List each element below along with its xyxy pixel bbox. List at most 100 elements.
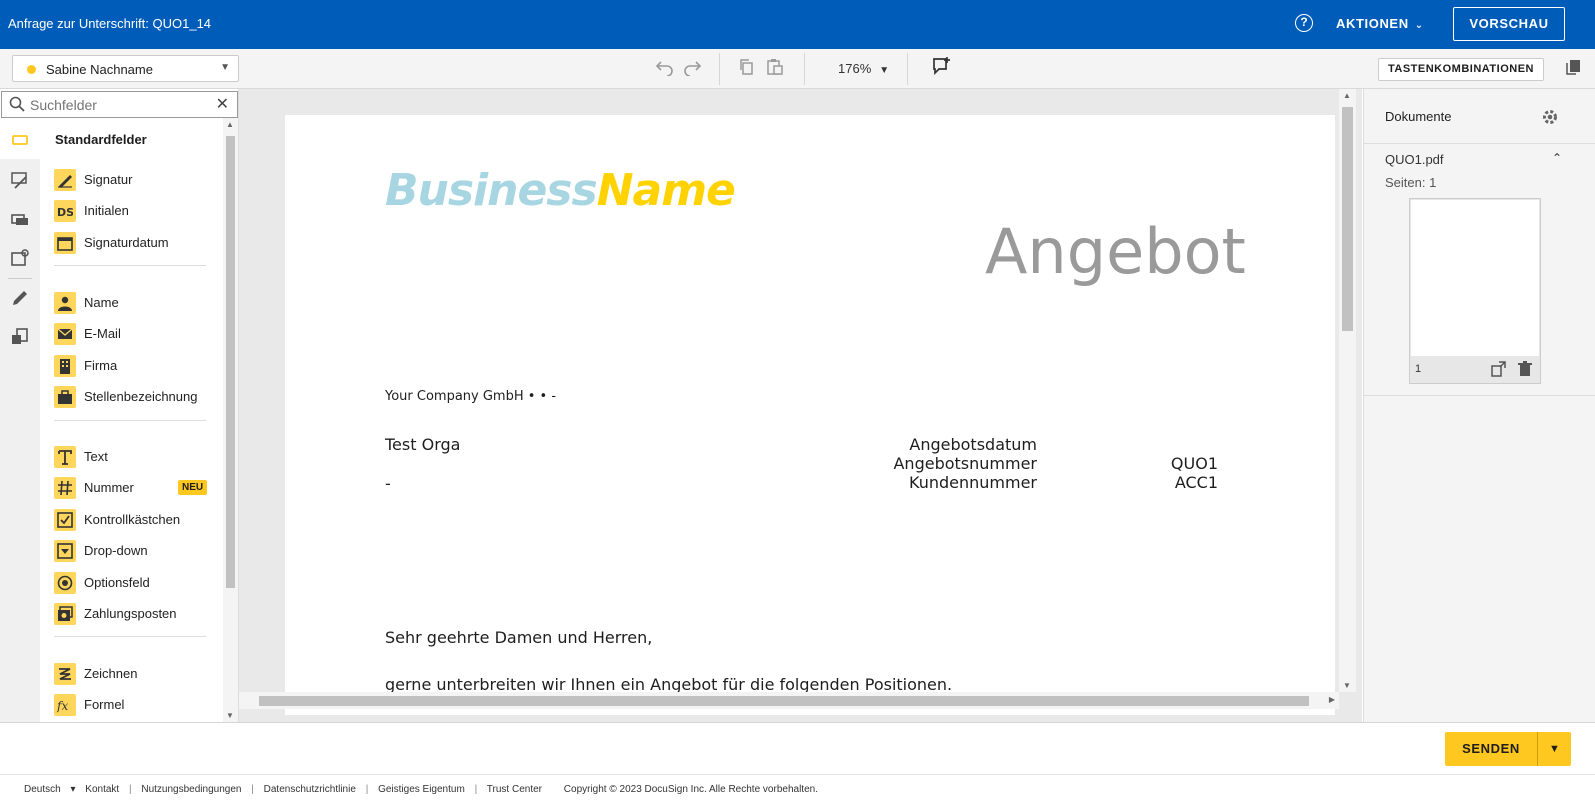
actions-label: AKTIONEN [1336, 16, 1409, 31]
footer-link-terms[interactable]: Nutzungsbedingungen [141, 784, 241, 795]
thumbnail-preview[interactable] [1411, 200, 1539, 356]
field-item-optionsfeld[interactable]: Optionsfeld [54, 570, 219, 594]
collapse-icon[interactable]: ⌃ [1552, 151, 1562, 165]
toolbar-divider [907, 53, 908, 85]
field-item-stellenbezeichnung[interactable]: Stellenbezeichnung [54, 384, 219, 409]
preview-button[interactable]: VORSCHAU [1453, 7, 1565, 41]
scroll-right-icon[interactable]: ▶ [1329, 695, 1335, 704]
bottom-action-bar: SENDEN ▼ [0, 722, 1595, 774]
customer-number-label: Kundennummer [909, 473, 1037, 492]
field-item-e-mail[interactable]: E-Mail [54, 321, 219, 346]
canvas-horizontal-scrollbar[interactable]: ▶ [239, 692, 1339, 709]
scroll-down-icon[interactable]: ▼ [1343, 681, 1351, 690]
scroll-up-icon[interactable]: ▲ [226, 120, 234, 129]
document-title: Angebot [985, 215, 1246, 288]
field-item-label: Nummer [84, 480, 134, 496]
send-options-icon[interactable]: ▼ [1538, 732, 1571, 766]
letter-greeting: Sehr geehrte Damen und Herren, [385, 628, 653, 647]
text-icon [54, 446, 76, 468]
logo-part-1: Business [385, 165, 598, 216]
stacked-fields-icon[interactable] [10, 209, 30, 229]
actions-menu-button[interactable]: AKTIONEN ⌄ [1336, 16, 1424, 31]
formula-icon: fx [54, 694, 76, 717]
field-item-label: E-Mail [84, 326, 121, 342]
send-button[interactable]: SENDEN ▼ [1445, 732, 1571, 766]
field-item-drop-down[interactable]: Drop-down [54, 538, 219, 563]
signature-tool-icon[interactable] [10, 170, 30, 190]
redo-icon[interactable] [682, 58, 704, 78]
field-item-zeichnen[interactable]: Zeichnen [54, 661, 219, 685]
document-page[interactable]: BusinessName Angebot Your Company GmbH •… [285, 115, 1335, 715]
palette-divider [54, 265, 206, 267]
footer-separator: | [365, 784, 369, 795]
checkbox-icon [54, 508, 76, 531]
field-item-signaturdatum[interactable]: Signaturdatum [54, 230, 219, 254]
search-input[interactable] [30, 95, 210, 115]
language-label: Deutsch [24, 784, 61, 795]
palette-scrollbar[interactable]: ▲ ▼ [223, 118, 238, 722]
gear-icon[interactable] [1541, 108, 1559, 131]
field-item-firma[interactable]: Firma [54, 353, 219, 377]
zoom-select[interactable]: 176% ▼ [838, 61, 889, 76]
footer-link-ip[interactable]: Geistiges Eigentum [378, 784, 465, 795]
field-item-name[interactable]: Name [54, 290, 219, 314]
trash-icon[interactable] [1517, 361, 1533, 382]
copy-icon[interactable] [738, 58, 760, 78]
footer-link-trust-center[interactable]: Trust Center [487, 784, 542, 795]
field-item-zahlungsposten[interactable]: Zahlungsposten [54, 601, 219, 625]
clear-search-icon[interactable]: ✕ [216, 94, 229, 114]
field-item-kontrollkästchen[interactable]: Kontrollkästchen [54, 507, 219, 531]
field-palette: Standardfelder Signatur DS Initialen Signat… [40, 118, 223, 722]
radio-icon [54, 571, 76, 594]
pencil-icon[interactable] [10, 288, 30, 308]
recipient-name: Sabine Nachname [46, 62, 153, 77]
rail-divider [8, 278, 32, 279]
canvas-vertical-scrollbar[interactable]: ▲ ▼ [1339, 89, 1356, 692]
footer-separator: | [128, 784, 132, 795]
thumbnail-page-number: 1 [1415, 363, 1422, 375]
page-thumbnail[interactable]: 1 [1409, 198, 1541, 384]
scroll-thumb[interactable] [259, 696, 1309, 706]
sender-address-line: Your Company GmbH • • - [385, 389, 557, 404]
standard-fields-icon[interactable] [10, 130, 30, 150]
quote-number-label: Angebotsnummer [893, 454, 1037, 473]
envelope-icon [54, 323, 76, 346]
documents-panel-title: Dokumente [1385, 109, 1452, 124]
replace-page-icon[interactable] [1490, 361, 1506, 382]
field-item-initialen[interactable]: DS Initialen [54, 198, 219, 223]
help-icon[interactable]: ? [1295, 14, 1313, 32]
documents-panel-icon[interactable] [1564, 58, 1582, 81]
customer-number-value: ACC1 [1174, 473, 1218, 492]
payment-icon [54, 603, 76, 625]
field-item-nummer[interactable]: Nummer NEU [54, 475, 219, 500]
field-item-label: Drop-down [84, 543, 148, 559]
field-item-text[interactable]: Text [54, 444, 219, 468]
language-select[interactable]: Deutsch ▾ [24, 784, 76, 795]
footer-link-privacy[interactable]: Datenschutzrichtlinie [264, 784, 356, 795]
smart-fields-icon[interactable] [10, 248, 30, 268]
recipient-selector[interactable]: Sabine Nachname ▼ [12, 55, 239, 82]
scroll-thumb[interactable] [226, 136, 235, 588]
palette-divider [54, 636, 206, 638]
add-comment-icon[interactable] [932, 56, 954, 76]
footer-link-contact[interactable]: Kontakt [85, 784, 119, 795]
scroll-up-icon[interactable]: ▲ [1343, 91, 1351, 100]
scroll-thumb[interactable] [1342, 107, 1353, 331]
document-file-name[interactable]: QUO1.pdf [1385, 152, 1444, 167]
keyboard-shortcuts-button[interactable]: TASTENKOMBINATIONEN [1378, 58, 1544, 81]
field-item-label: Firma [84, 357, 118, 373]
undo-icon[interactable] [655, 58, 677, 78]
field-item-label: Initialen [84, 203, 129, 219]
search-icon [9, 96, 25, 117]
field-item-label: Signatur [84, 172, 133, 187]
scroll-down-icon[interactable]: ▼ [226, 711, 234, 720]
briefcase-icon [54, 386, 76, 409]
send-label: SENDEN [1462, 741, 1520, 756]
field-item-signatur[interactable]: Signatur [54, 167, 219, 191]
field-category-rail [0, 118, 40, 722]
panel-divider [1364, 143, 1595, 144]
hash-icon [54, 477, 76, 500]
templates-icon[interactable] [10, 327, 30, 347]
field-item-formel[interactable]: fx Formel [54, 692, 219, 717]
paste-icon[interactable] [766, 58, 788, 78]
